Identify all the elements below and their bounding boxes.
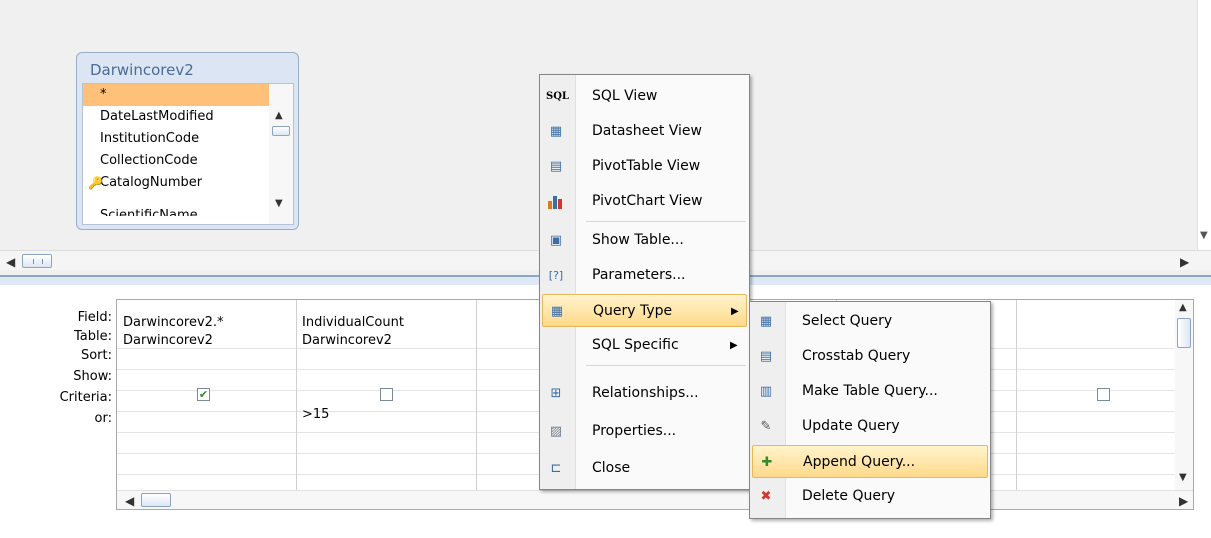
menu-item-label: Select Query <box>802 313 893 329</box>
scrollbar-thumb[interactable] <box>22 254 52 268</box>
field-list-item[interactable]: 🔑 CatalogNumber <box>83 172 269 194</box>
close-icon: ⊏ <box>550 461 562 476</box>
menu-item-update-query[interactable]: ✎ Update Query <box>752 410 988 443</box>
upper-vertical-scrollbar[interactable] <box>1197 0 1211 250</box>
delete-query-icon: ✖ <box>760 489 772 504</box>
table-cell[interactable]: Darwincorev2 <box>302 330 392 352</box>
grid-vertical-scrollbar[interactable]: ▲ ▼ <box>1175 300 1193 490</box>
row-label-sort: Sort: <box>80 348 112 363</box>
relationships-icon: ⊞ <box>550 386 562 401</box>
crosstab-query-icon: ▤ <box>759 349 773 364</box>
grid-column[interactable] <box>1017 300 1175 490</box>
menu-item-label: Show Table... <box>592 232 684 248</box>
menu-item-label: PivotChart View <box>592 193 703 209</box>
pivottable-icon: ▤ <box>549 159 563 174</box>
table-window-title: Darwincorev2 <box>90 61 194 79</box>
menu-item-label: SQL Specific <box>592 337 679 353</box>
menu-separator <box>586 365 746 366</box>
row-label-show: Show: <box>73 369 112 384</box>
menu-item-parameters[interactable]: [?] Parameters... <box>542 259 747 292</box>
scroll-right-icon[interactable]: ▶ <box>1179 494 1188 508</box>
sql-icon: SQL <box>546 91 569 102</box>
select-query-icon: ▦ <box>759 314 773 329</box>
menu-item-label: Append Query... <box>803 454 916 470</box>
table-cell[interactable]: Darwincorev2 <box>123 330 213 352</box>
menu-item-query-type[interactable]: ▦ Query Type ▶ <box>542 294 747 327</box>
parameters-icon: [?] <box>548 269 564 282</box>
menu-item-properties[interactable]: ▨ Properties... <box>542 415 747 448</box>
query-type-icon: ▦ <box>550 304 564 319</box>
menu-item-label: Make Table Query... <box>802 383 938 399</box>
datasheet-view-icon: ▦ <box>549 124 563 139</box>
field-list[interactable]: * DateLastModified InstitutionCode Colle… <box>82 83 294 225</box>
menu-item-label: Parameters... <box>592 267 686 283</box>
row-label-criteria: Criteria: <box>59 390 112 405</box>
show-checkbox[interactable]: ✔ <box>197 388 210 401</box>
append-query-icon: ✚ <box>761 455 773 470</box>
menu-item-delete-query[interactable]: ✖ Delete Query <box>752 480 988 513</box>
menu-item-show-table[interactable]: ▣ Show Table... <box>542 224 747 257</box>
menu-item-datasheet-view[interactable]: ▦ Datasheet View <box>542 115 747 148</box>
submenu-arrow-icon: ▶ <box>730 340 738 351</box>
grid-column[interactable]: IndividualCount Darwincorev2 >15 <box>297 300 477 490</box>
scroll-right-icon[interactable]: ▶ <box>1180 255 1189 269</box>
menu-item-label: Crosstab Query <box>802 348 911 364</box>
update-query-icon: ✎ <box>760 419 772 434</box>
table-field-list-window[interactable]: Darwincorev2 * DateLastModified Institut… <box>76 52 299 230</box>
field-list-item[interactable]: ScientificName <box>83 194 269 216</box>
primary-key-icon: 🔑 <box>88 176 103 190</box>
field-list-scrollbar[interactable]: ▲ ▼ <box>269 84 293 224</box>
grid-horizontal-scrollbar[interactable]: ◀ ▶ <box>117 490 1193 509</box>
menu-item-label: Update Query <box>802 418 900 434</box>
grid-column[interactable]: Darwincorev2.* Darwincorev2 ✔ <box>117 300 297 490</box>
menu-item-close[interactable]: ⊏ Close <box>542 452 747 485</box>
pivotchart-icon <box>546 193 566 211</box>
menu-item-select-query[interactable]: ▦ Select Query <box>752 305 988 338</box>
show-checkbox[interactable] <box>1097 388 1110 401</box>
context-menu: SQL SQL View ▦ Datasheet View ▤ PivotTab… <box>539 74 750 490</box>
show-table-icon: ▣ <box>549 233 563 248</box>
criteria-cell[interactable]: >15 <box>302 404 329 426</box>
menu-item-sql-specific[interactable]: SQL Specific ▶ <box>542 329 747 362</box>
submenu-arrow-icon: ▶ <box>731 306 739 317</box>
menu-item-append-query[interactable]: ✚ Append Query... <box>752 445 988 478</box>
menu-item-label: SQL View <box>592 88 658 104</box>
menu-item-relationships[interactable]: ⊞ Relationships... <box>542 377 747 410</box>
scroll-left-icon[interactable]: ◀ <box>6 255 15 269</box>
scrollbar-thumb[interactable] <box>1177 318 1191 348</box>
scroll-down-icon[interactable]: ▼ <box>1179 472 1187 483</box>
field-list-item[interactable]: DateLastModified <box>83 106 269 128</box>
scroll-left-icon[interactable]: ◀ <box>125 494 134 508</box>
scrollbar-thumb[interactable] <box>141 493 171 507</box>
menu-separator <box>586 221 746 222</box>
menu-item-label: Delete Query <box>802 488 895 504</box>
show-checkbox[interactable] <box>380 388 393 401</box>
menu-item-pivotchart-view[interactable]: PivotChart View <box>542 185 747 218</box>
menu-item-label: Query Type <box>593 303 673 319</box>
menu-item-label: Properties... <box>592 423 677 439</box>
menu-item-label: Close <box>592 460 631 476</box>
query-type-submenu: ▦ Select Query ▤ Crosstab Query ▥ Make T… <box>749 301 991 519</box>
scroll-up-icon[interactable]: ▲ <box>275 110 283 121</box>
field-list-item[interactable]: CollectionCode <box>83 150 269 172</box>
menu-item-label: Datasheet View <box>592 123 702 139</box>
row-label-or: or: <box>94 411 112 426</box>
scroll-up-icon[interactable]: ▲ <box>1179 302 1187 313</box>
scroll-down-icon[interactable]: ▼ <box>1200 230 1208 241</box>
make-table-query-icon: ▥ <box>759 384 773 399</box>
menu-item-label: PivotTable View <box>592 158 701 174</box>
menu-item-pivottable-view[interactable]: ▤ PivotTable View <box>542 150 747 183</box>
menu-item-label: Relationships... <box>592 385 699 401</box>
menu-item-make-table-query[interactable]: ▥ Make Table Query... <box>752 375 988 408</box>
properties-icon: ▨ <box>549 424 563 439</box>
scrollbar-thumb[interactable] <box>272 126 290 136</box>
field-list-item[interactable]: InstitutionCode <box>83 128 269 150</box>
scroll-down-icon[interactable]: ▼ <box>275 198 283 209</box>
field-list-item[interactable]: * <box>83 84 269 106</box>
menu-item-sql-view[interactable]: SQL SQL View <box>542 80 747 113</box>
menu-item-crosstab-query[interactable]: ▤ Crosstab Query <box>752 340 988 373</box>
